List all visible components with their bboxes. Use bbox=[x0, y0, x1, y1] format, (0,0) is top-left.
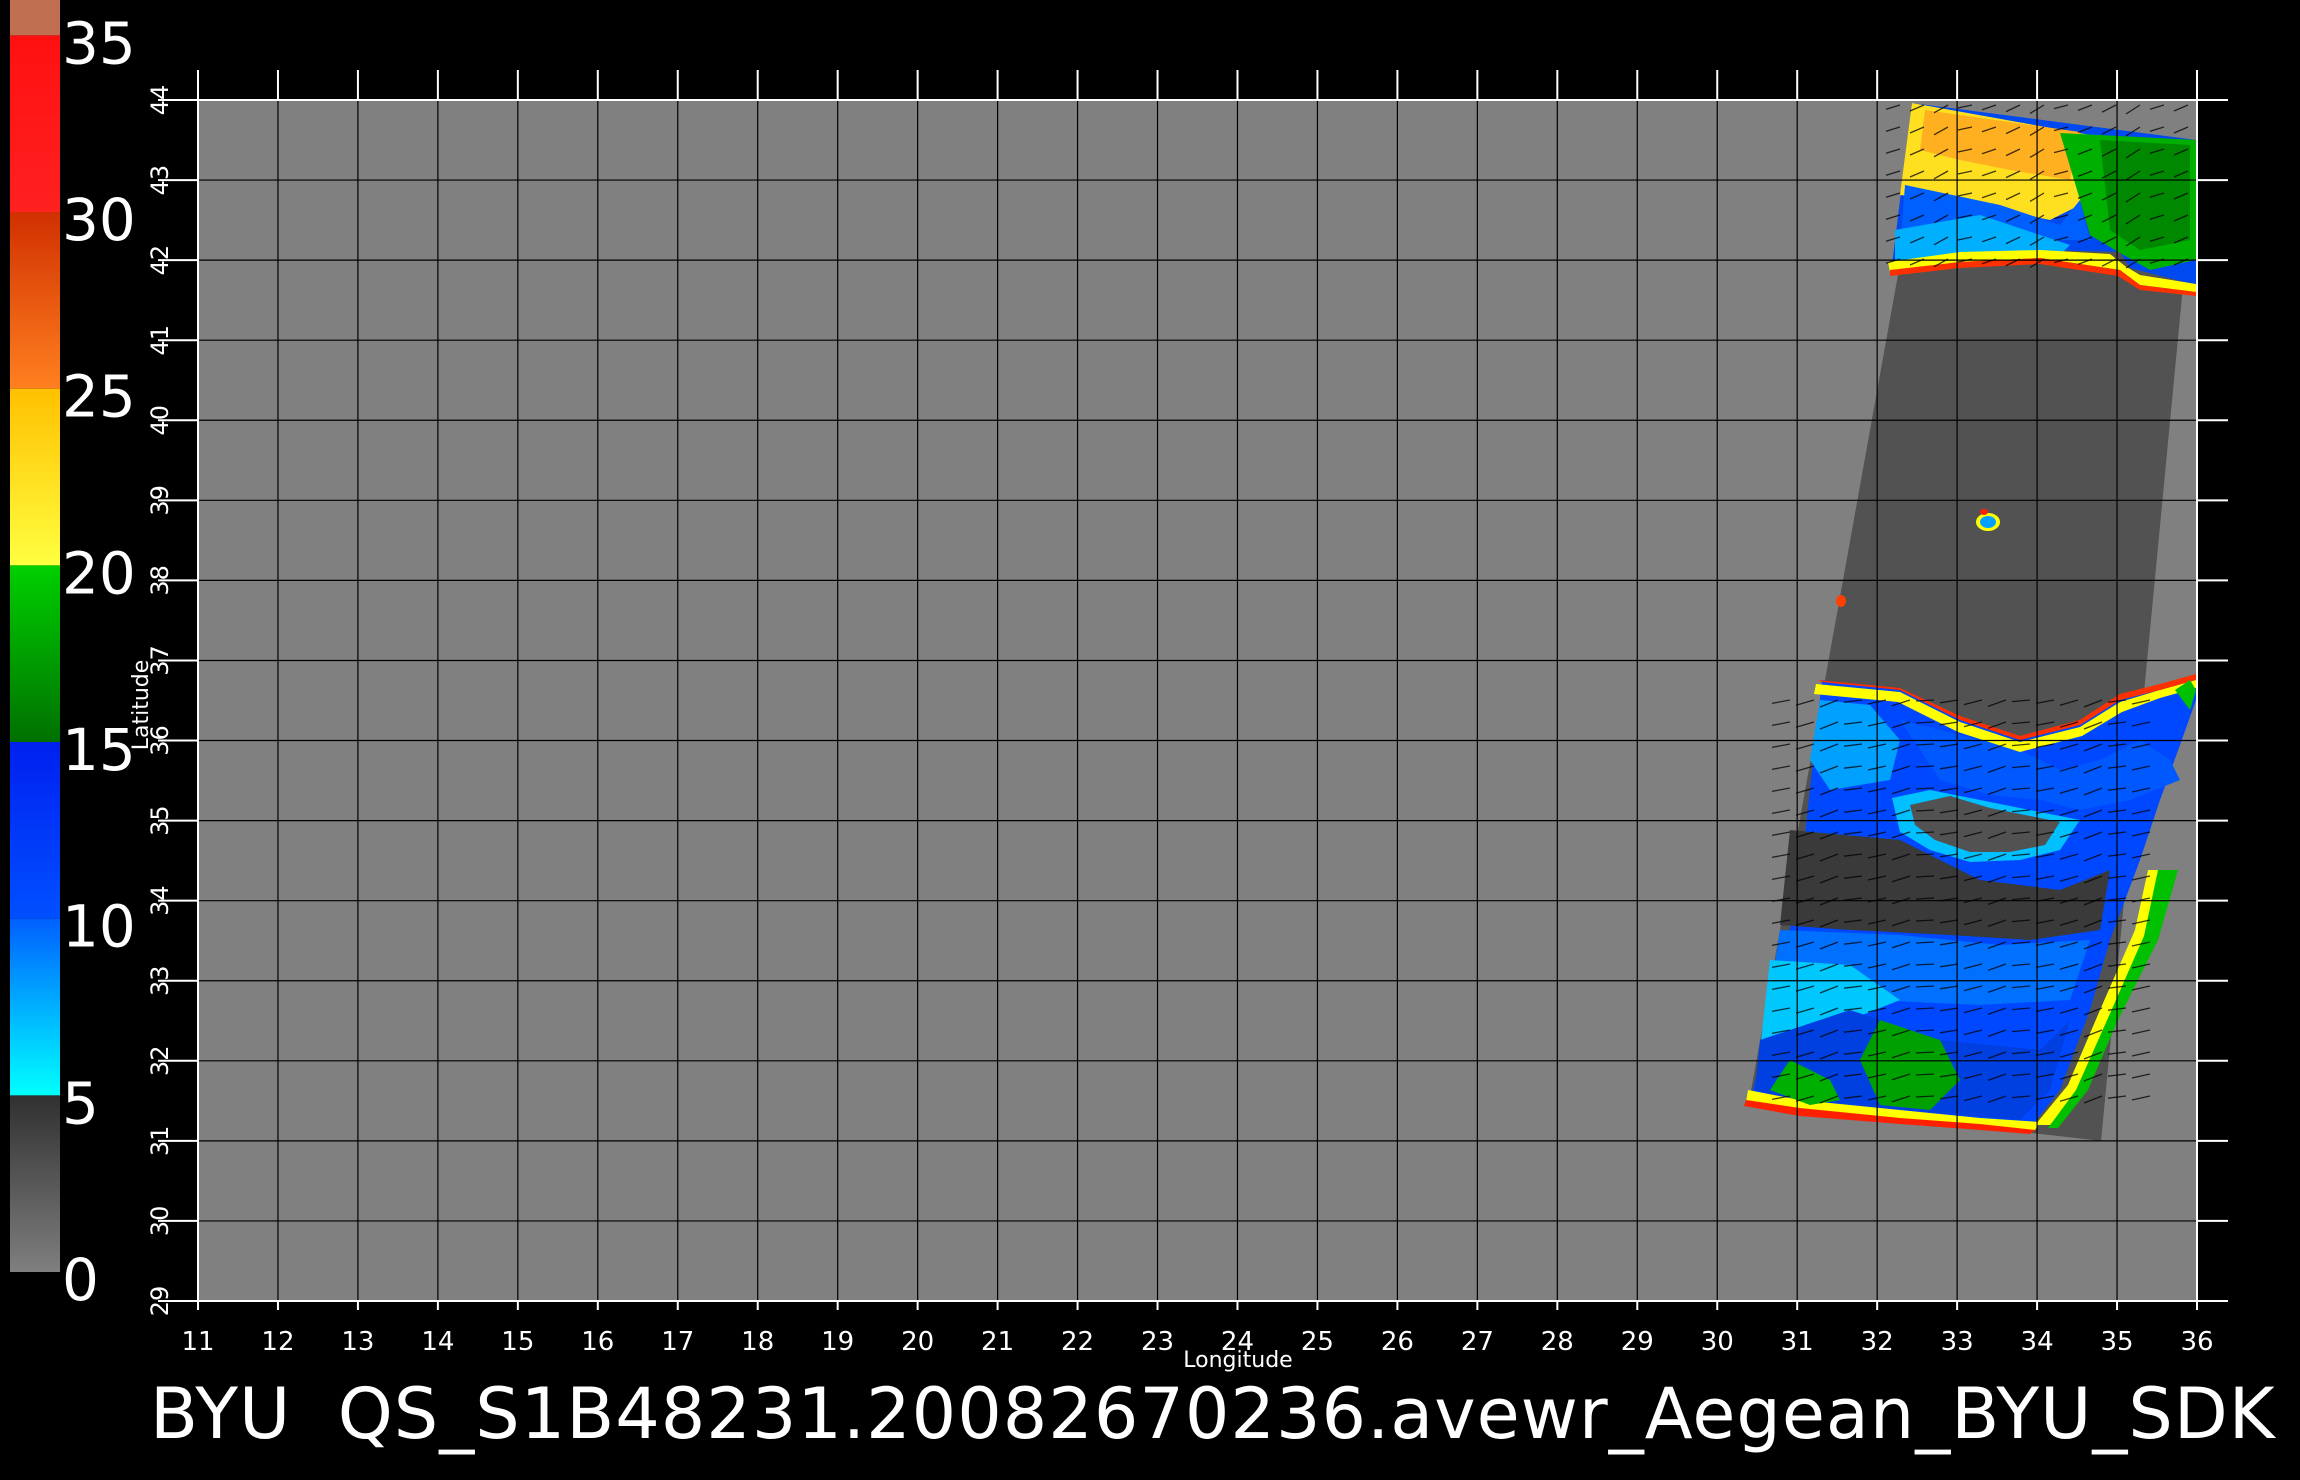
colorbar-tick-label: 0 bbox=[62, 1246, 99, 1314]
lon-tick-label: 14 bbox=[421, 1327, 454, 1357]
colorbar-tick-label: 35 bbox=[62, 9, 136, 77]
lon-tick-label: 18 bbox=[741, 1327, 774, 1357]
lon-tick-label: 25 bbox=[1301, 1327, 1334, 1357]
lon-tick-label: 22 bbox=[1061, 1327, 1094, 1357]
lon-tick-label: 23 bbox=[1141, 1327, 1174, 1357]
lon-tick-label: 28 bbox=[1541, 1327, 1574, 1357]
lat-tick-label: 43 bbox=[146, 165, 174, 196]
lat-tick-label: 40 bbox=[146, 405, 174, 436]
colorbar-segment bbox=[10, 918, 60, 1096]
colorbar-segment bbox=[10, 388, 60, 566]
lon-tick-label: 27 bbox=[1461, 1327, 1494, 1357]
colorbar-tick-label: 20 bbox=[62, 539, 136, 607]
wind-speed-colorbar bbox=[10, 0, 60, 1272]
lat-tick-label: 30 bbox=[146, 1206, 174, 1237]
figure-title: BYU QS_S1B48231.20082670236.avewr_Aegean… bbox=[150, 1373, 2276, 1455]
colorbar-segment bbox=[10, 212, 60, 389]
lat-tick-label: 44 bbox=[146, 85, 174, 116]
lon-tick-label: 19 bbox=[821, 1327, 854, 1357]
lon-tick-label: 29 bbox=[1621, 1327, 1654, 1357]
lon-tick-label: 11 bbox=[181, 1327, 214, 1357]
lon-tick-label: 35 bbox=[2100, 1327, 2133, 1357]
lon-tick-label: 30 bbox=[1701, 1327, 1734, 1357]
colorbar-segment bbox=[10, 565, 60, 742]
lon-tick-label: 31 bbox=[1781, 1327, 1814, 1357]
lon-tick-label: 15 bbox=[501, 1327, 534, 1357]
y-axis-label: Latitude bbox=[129, 660, 154, 751]
lon-tick-label: 12 bbox=[261, 1327, 294, 1357]
lon-tick-label: 32 bbox=[1861, 1327, 1894, 1357]
lon-tick-label: 16 bbox=[581, 1327, 614, 1357]
colorbar-segment bbox=[10, 0, 60, 36]
lon-tick-label: 36 bbox=[2180, 1327, 2213, 1357]
lat-tick-label: 34 bbox=[146, 885, 174, 916]
lon-tick-label: 13 bbox=[341, 1327, 374, 1357]
colorbar-tick-label: 10 bbox=[62, 893, 136, 961]
colorbar-labels: 0 5 10 15 20 25 30 35 bbox=[62, 9, 136, 1314]
lon-tick-label: 21 bbox=[981, 1327, 1014, 1357]
colorbar-tick-label: 30 bbox=[62, 186, 136, 254]
lat-tick-label: 38 bbox=[146, 565, 174, 596]
colorbar-segment bbox=[10, 1095, 60, 1272]
lat-tick-label: 31 bbox=[146, 1126, 174, 1157]
lon-tick-label: 33 bbox=[1941, 1327, 1974, 1357]
colorbar-tick-label: 25 bbox=[62, 363, 136, 431]
lat-tick-label: 35 bbox=[146, 805, 174, 836]
lat-tick-label: 32 bbox=[146, 1046, 174, 1077]
lon-tick-label: 34 bbox=[2021, 1327, 2054, 1357]
lat-tick-label: 41 bbox=[146, 325, 174, 356]
lon-tick-label: 26 bbox=[1381, 1327, 1414, 1357]
colorbar-tick-label: 15 bbox=[62, 716, 136, 784]
colorbar-segment bbox=[10, 742, 60, 919]
colorbar-tick-label: 5 bbox=[62, 1069, 99, 1137]
colorbar-segment bbox=[10, 35, 60, 213]
lat-tick-label: 39 bbox=[146, 485, 174, 516]
lat-tick-label: 29 bbox=[146, 1286, 174, 1317]
lon-tick-label: 17 bbox=[661, 1327, 694, 1357]
lat-tick-label: 42 bbox=[146, 245, 174, 276]
wind-map-figure: 0 5 10 15 20 25 30 35 11 12 13 14 15 16 17 18 1… bbox=[10, 0, 2228, 1373]
lat-tick-label: 33 bbox=[146, 965, 174, 996]
lon-tick-label: 20 bbox=[901, 1327, 934, 1357]
